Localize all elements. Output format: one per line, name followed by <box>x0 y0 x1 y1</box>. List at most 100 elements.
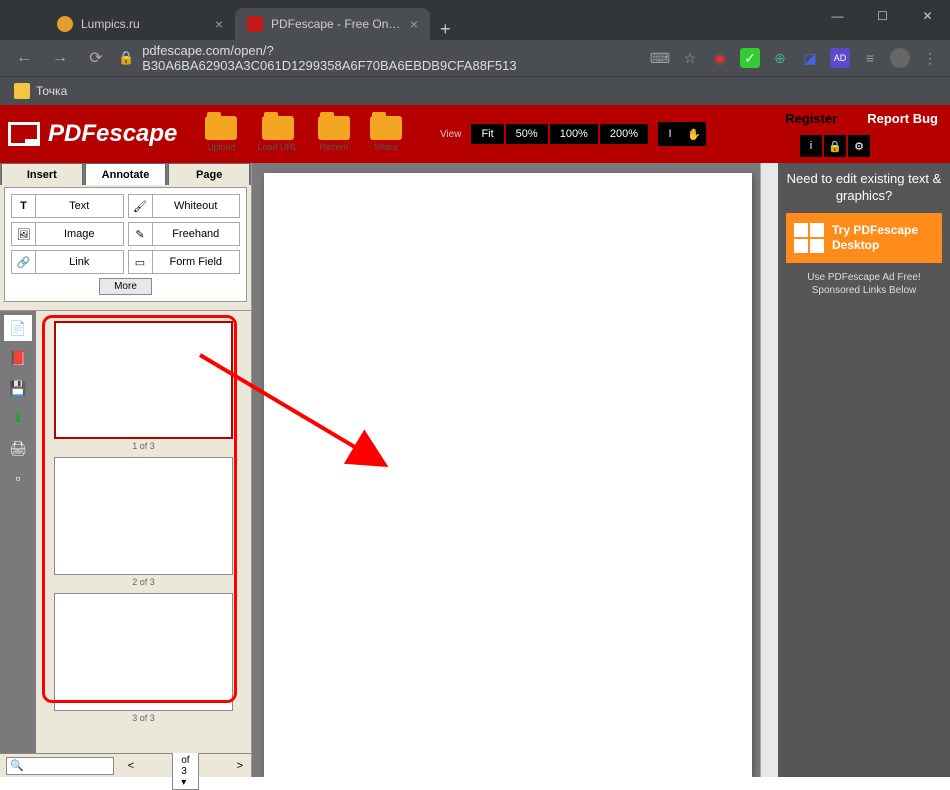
header-links: Register Report Bug <box>785 111 938 126</box>
zoom-100-button[interactable]: 100% <box>550 124 598 144</box>
bookmark-item[interactable]: Точка <box>14 83 67 99</box>
tab-title: PDFescape - Free Online PDF Edi <box>271 17 402 31</box>
app-header: PDFescape Upload Load URL Recent Share V… <box>0 105 950 163</box>
tab-lumpics[interactable]: Lumpics.ru × <box>45 8 235 40</box>
new-tab-button[interactable]: + <box>430 19 461 40</box>
main: Insert Annotate Page T Text 🖌 Whiteout 🖼… <box>0 163 950 777</box>
reload-button[interactable]: ⟳ <box>82 44 110 72</box>
form-field-icon: ▭ <box>129 251 153 273</box>
ext-icon[interactable]: ◪ <box>800 48 820 68</box>
minimize-button[interactable]: — <box>815 0 860 32</box>
star-icon[interactable]: ☆ <box>680 48 700 68</box>
translate-icon[interactable]: ⌨ <box>650 48 670 68</box>
close-button[interactable]: ✕ <box>905 0 950 32</box>
page-thumb-2[interactable] <box>54 457 232 575</box>
more-row: More <box>11 278 240 295</box>
thumbs-sidebar: 📄 📕 💾 ⬇ 🖨 ▫ <box>0 311 36 753</box>
upload-button[interactable]: Upload <box>197 112 245 156</box>
promo-cta: Try PDFescape Desktop <box>832 223 934 252</box>
header-right-icons: i 🔒 ⚙ <box>800 135 870 157</box>
doc-icon[interactable]: 📕 <box>4 345 32 371</box>
recent-button[interactable]: Recent <box>310 112 358 156</box>
ext-icon[interactable]: ◉ <box>710 48 730 68</box>
register-link[interactable]: Register <box>785 111 837 126</box>
back-button[interactable]: ← <box>10 44 38 72</box>
close-icon[interactable]: × <box>215 16 223 32</box>
tools-grid: T Text 🖌 Whiteout 🖼 Image ✎ Freehand 🔗 L… <box>4 187 247 302</box>
ext-icon[interactable]: AD <box>830 48 850 68</box>
reading-list-icon[interactable]: ≡ <box>860 48 880 68</box>
prev-page-button[interactable]: < <box>120 760 142 772</box>
image-icon: 🖼 <box>12 223 36 245</box>
lock-button[interactable]: 🔒 <box>824 135 846 157</box>
ext-icon[interactable]: ⊕ <box>770 48 790 68</box>
text-icon: T <box>12 195 36 217</box>
ext-icon[interactable]: ✓ <box>740 48 760 68</box>
page-thumb-3[interactable] <box>54 593 232 711</box>
url-text: pdfescape.com/open/?B30A6BA62903A3C061D1… <box>142 43 638 73</box>
browser-chrome: Lumpics.ru × PDFescape - Free Online PDF… <box>0 0 950 105</box>
print-icon[interactable]: 🖨 <box>4 435 32 461</box>
text-cursor-button[interactable]: I <box>658 122 682 146</box>
zoom-50-button[interactable]: 50% <box>506 124 548 144</box>
tab-page[interactable]: Page <box>168 163 250 185</box>
left-tabs: Insert Annotate Page <box>0 163 251 185</box>
more-button[interactable]: More <box>99 278 152 295</box>
load-url-icon <box>262 116 294 140</box>
thumbs-area: 📄 📕 💾 ⬇ 🖨 ▫ 1 of 3 2 of 3 3 of 3 <box>0 310 251 753</box>
share-icon <box>370 116 402 140</box>
page-canvas[interactable] <box>264 173 752 777</box>
tab-annotate[interactable]: Annotate <box>85 163 167 185</box>
settings-button[interactable]: ⚙ <box>848 135 870 157</box>
image-tool[interactable]: 🖼 Image <box>11 222 124 246</box>
right-panel: Need to edit existing text & graphics? T… <box>778 163 950 777</box>
left-panel: Insert Annotate Page T Text 🖌 Whiteout 🖼… <box>0 163 252 777</box>
zoom-fit-button[interactable]: Fit <box>471 124 503 144</box>
download-icon[interactable]: ⬇ <box>4 405 32 431</box>
menu-icon[interactable]: ⋮ <box>920 48 940 68</box>
titlebar: Lumpics.ru × PDFescape - Free Online PDF… <box>0 0 950 40</box>
freehand-tool[interactable]: ✎ Freehand <box>128 222 241 246</box>
header-tools: Upload Load URL Recent Share <box>197 112 410 156</box>
avatar[interactable] <box>890 48 910 68</box>
hand-cursor-button[interactable]: ✋ <box>682 122 706 146</box>
freehand-icon: ✎ <box>129 223 153 245</box>
view-controls: View Fit 50% 100% 200% I ✋ <box>440 122 706 146</box>
tab-insert[interactable]: Insert <box>1 163 83 185</box>
text-tool[interactable]: T Text <box>11 194 124 218</box>
promo-desktop-button[interactable]: Try PDFescape Desktop <box>786 213 942 263</box>
search-input[interactable]: 🔍 <box>6 757 114 775</box>
promo-sub: Use PDFescape Ad Free! Sponsored Links B… <box>786 271 942 297</box>
recent-icon <box>318 116 350 140</box>
form-field-tool[interactable]: ▭ Form Field <box>128 250 241 274</box>
extensions: ⌨ ☆ ◉ ✓ ⊕ ◪ AD ≡ ⋮ <box>650 48 940 68</box>
load-url-button[interactable]: Load URL <box>249 112 306 156</box>
whiteout-tool[interactable]: 🖌 Whiteout <box>128 194 241 218</box>
close-icon[interactable]: × <box>410 16 418 32</box>
maximize-button[interactable]: ☐ <box>860 0 905 32</box>
share-button[interactable]: Share <box>362 112 410 156</box>
link-tool[interactable]: 🔗 Link <box>11 250 124 274</box>
thumb-label: 2 of 3 <box>40 577 247 587</box>
report-bug-link[interactable]: Report Bug <box>867 111 938 126</box>
info-button[interactable]: i <box>800 135 822 157</box>
zoom-200-button[interactable]: 200% <box>600 124 648 144</box>
canvas-scroll[interactable] <box>252 163 760 777</box>
page-thumb-1[interactable] <box>54 321 232 439</box>
logo[interactable]: PDFescape <box>8 120 177 148</box>
address-bar[interactable]: 🔒 pdfescape.com/open/?B30A6BA62903A3C061… <box>118 43 638 73</box>
blank-icon[interactable]: ▫ <box>4 465 32 491</box>
next-page-button[interactable]: > <box>229 760 251 772</box>
promo-title: Need to edit existing text & graphics? <box>786 171 942 205</box>
thumb-label: 3 of 3 <box>40 713 247 723</box>
thumb-label: 1 of 3 <box>40 441 247 451</box>
view-label: View <box>440 129 462 140</box>
favicon-icon <box>247 16 263 32</box>
scrollbar[interactable] <box>760 163 778 777</box>
tab-pdfescape[interactable]: PDFescape - Free Online PDF Edi × <box>235 8 430 40</box>
bookmarks-bar: Точка <box>0 76 950 105</box>
save-icon[interactable]: 💾 <box>4 375 32 401</box>
pages-icon[interactable]: 📄 <box>4 315 32 341</box>
thumbs-list[interactable]: 1 of 3 2 of 3 3 of 3 <box>36 311 251 753</box>
forward-button[interactable]: → <box>46 44 74 72</box>
